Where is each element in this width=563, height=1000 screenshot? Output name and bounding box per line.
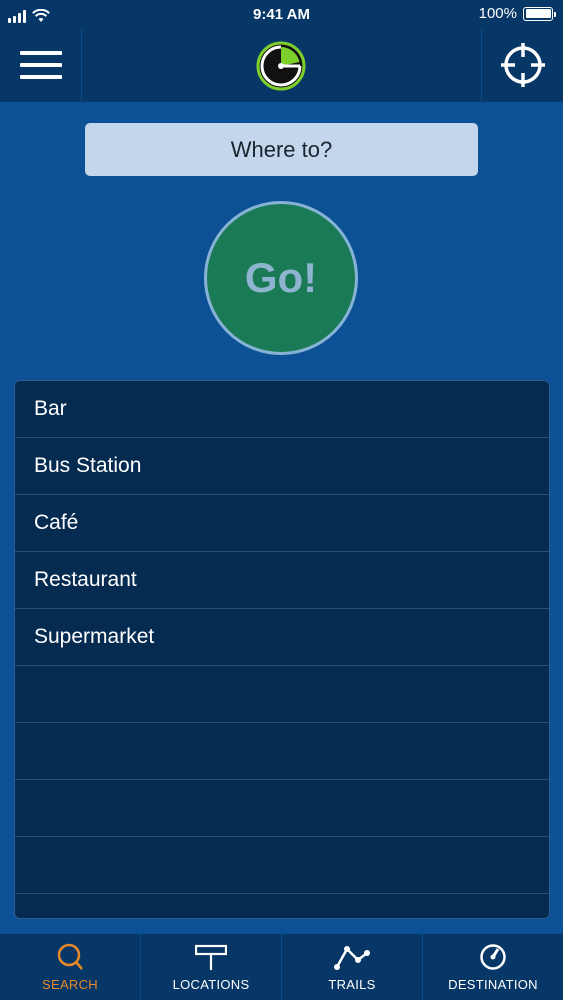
app-root: 9:41 AM 100% Where to? Go! Bar Bus Stati…	[0, 0, 563, 1000]
list-item-empty	[15, 837, 549, 894]
tab-trails[interactable]: TRAILS	[281, 934, 422, 1000]
crosshair-icon	[500, 43, 545, 87]
menu-button[interactable]	[0, 28, 82, 102]
list-item-empty	[15, 723, 549, 780]
list-item-empty	[15, 894, 549, 918]
list-item-empty	[15, 666, 549, 723]
list-item[interactable]: Supermarket	[15, 609, 549, 666]
tab-bar: SEARCH LOCATIONS TRAILS DESTINATION	[0, 934, 563, 1000]
tab-locations-label: LOCATIONS	[172, 977, 250, 992]
list-item-empty	[15, 780, 549, 837]
search-icon	[57, 943, 83, 970]
signpost-icon	[195, 944, 227, 970]
radar-logo-icon	[256, 41, 306, 91]
list-item[interactable]: Bus Station	[15, 438, 549, 495]
nav-bar	[0, 28, 563, 102]
tab-locations[interactable]: LOCATIONS	[140, 934, 281, 1000]
tab-search-label: SEARCH	[42, 977, 98, 992]
tab-destination[interactable]: DESTINATION	[422, 934, 563, 1000]
list-item[interactable]: Restaurant	[15, 552, 549, 609]
go-button[interactable]: Go!	[204, 201, 358, 355]
battery-icon	[523, 6, 556, 21]
battery-percent: 100%	[478, 5, 517, 22]
tab-trails-label: TRAILS	[328, 977, 376, 992]
trail-icon	[334, 946, 370, 970]
go-button-label: Go!	[244, 254, 318, 301]
list-item[interactable]: Bar	[15, 381, 549, 438]
tab-search[interactable]: SEARCH	[0, 934, 140, 1000]
category-list: Bar Bus Station Café Restaurant Supermar…	[14, 380, 550, 919]
locate-button[interactable]	[481, 28, 563, 102]
hamburger-menu-icon	[19, 51, 62, 79]
compass-icon	[480, 944, 506, 970]
battery-indicator: 100%	[478, 5, 556, 22]
status-bar: 9:41 AM 100%	[0, 0, 563, 28]
battery-fill	[525, 9, 551, 18]
tab-destination-label: DESTINATION	[448, 977, 538, 992]
list-item[interactable]: Café	[15, 495, 549, 552]
search-field[interactable]: Where to?	[85, 123, 478, 176]
